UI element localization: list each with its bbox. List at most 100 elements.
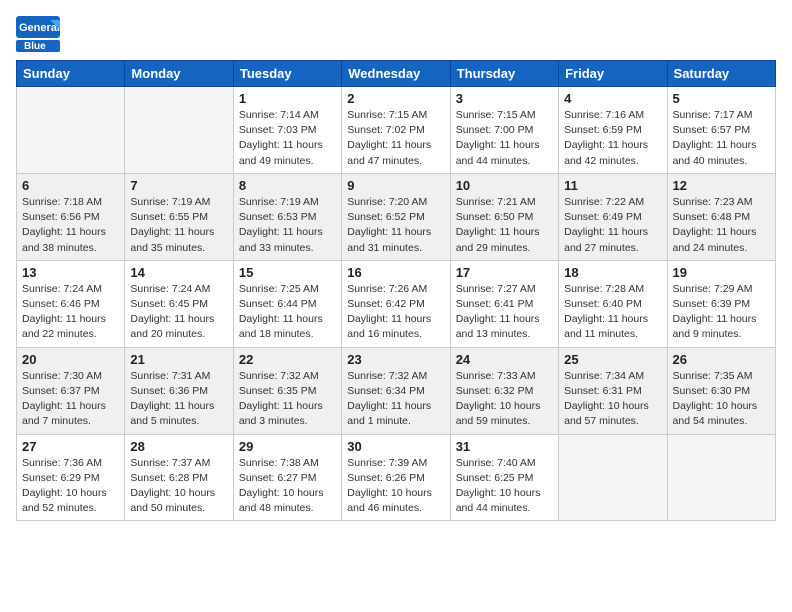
calendar-cell xyxy=(559,434,667,521)
calendar-table: SundayMondayTuesdayWednesdayThursdayFrid… xyxy=(16,60,776,521)
page-header: General Blue xyxy=(16,16,776,52)
day-info: Sunrise: 7:28 AMSunset: 6:40 PMDaylight:… xyxy=(564,282,661,343)
col-header-friday: Friday xyxy=(559,61,667,87)
day-info: Sunrise: 7:40 AMSunset: 6:25 PMDaylight:… xyxy=(456,456,553,517)
day-number: 30 xyxy=(347,439,444,454)
day-info: Sunrise: 7:21 AMSunset: 6:50 PMDaylight:… xyxy=(456,195,553,256)
day-info: Sunrise: 7:15 AMSunset: 7:00 PMDaylight:… xyxy=(456,108,553,169)
calendar-cell: 11 Sunrise: 7:22 AMSunset: 6:49 PMDayligh… xyxy=(559,173,667,260)
calendar-cell: 28 Sunrise: 7:37 AMSunset: 6:28 PMDayligh… xyxy=(125,434,233,521)
calendar-cell: 21 Sunrise: 7:31 AMSunset: 6:36 PMDayligh… xyxy=(125,347,233,434)
day-number: 8 xyxy=(239,178,336,193)
day-number: 12 xyxy=(673,178,770,193)
day-info: Sunrise: 7:30 AMSunset: 6:37 PMDaylight:… xyxy=(22,369,119,430)
day-info: Sunrise: 7:20 AMSunset: 6:52 PMDaylight:… xyxy=(347,195,444,256)
day-info: Sunrise: 7:16 AMSunset: 6:59 PMDaylight:… xyxy=(564,108,661,169)
day-number: 21 xyxy=(130,352,227,367)
calendar-cell: 14Sunrise: 7:24 AMSunset: 6:45 PMDayligh… xyxy=(125,260,233,347)
calendar-cell: 8 Sunrise: 7:19 AMSunset: 6:53 PMDaylight… xyxy=(233,173,341,260)
day-number: 15 xyxy=(239,265,336,280)
calendar-cell xyxy=(667,434,775,521)
day-number: 27 xyxy=(22,439,119,454)
col-header-monday: Monday xyxy=(125,61,233,87)
day-number: 17 xyxy=(456,265,553,280)
logo-icon: General Blue xyxy=(16,16,60,52)
day-number: 28 xyxy=(130,439,227,454)
calendar-cell: 18 Sunrise: 7:28 AMSunset: 6:40 PMDayligh… xyxy=(559,260,667,347)
calendar-cell: 10 Sunrise: 7:21 AMSunset: 6:50 PMDayligh… xyxy=(450,173,558,260)
day-number: 2 xyxy=(347,91,444,106)
day-number: 13 xyxy=(22,265,119,280)
calendar-cell: 31Sunrise: 7:40 AMSunset: 6:25 PMDayligh… xyxy=(450,434,558,521)
day-info: Sunrise: 7:18 AMSunset: 6:56 PMDaylight:… xyxy=(22,195,119,256)
calendar-cell: 29Sunrise: 7:38 AMSunset: 6:27 PMDayligh… xyxy=(233,434,341,521)
day-info: Sunrise: 7:39 AMSunset: 6:26 PMDaylight:… xyxy=(347,456,444,517)
calendar-cell: 5 Sunrise: 7:17 AMSunset: 6:57 PMDaylight… xyxy=(667,87,775,174)
calendar-cell xyxy=(17,87,125,174)
day-info: Sunrise: 7:17 AMSunset: 6:57 PMDaylight:… xyxy=(673,108,770,169)
day-info: Sunrise: 7:34 AMSunset: 6:31 PMDaylight:… xyxy=(564,369,661,430)
calendar-cell: 3Sunrise: 7:15 AMSunset: 7:00 PMDaylight… xyxy=(450,87,558,174)
day-info: Sunrise: 7:31 AMSunset: 6:36 PMDaylight:… xyxy=(130,369,227,430)
day-number: 19 xyxy=(673,265,770,280)
calendar-week-row: 6 Sunrise: 7:18 AMSunset: 6:56 PMDaylight… xyxy=(17,173,776,260)
day-number: 4 xyxy=(564,91,661,106)
day-info: Sunrise: 7:32 AMSunset: 6:35 PMDaylight:… xyxy=(239,369,336,430)
calendar-week-row: 1 Sunrise: 7:14 AMSunset: 7:03 PMDaylight… xyxy=(17,87,776,174)
calendar-week-row: 27 Sunrise: 7:36 AMSunset: 6:29 PMDayligh… xyxy=(17,434,776,521)
calendar-cell: 23Sunrise: 7:32 AMSunset: 6:34 PMDayligh… xyxy=(342,347,450,434)
day-info: Sunrise: 7:27 AMSunset: 6:41 PMDaylight:… xyxy=(456,282,553,343)
day-info: Sunrise: 7:37 AMSunset: 6:28 PMDaylight:… xyxy=(130,456,227,517)
day-number: 18 xyxy=(564,265,661,280)
calendar-cell: 4 Sunrise: 7:16 AMSunset: 6:59 PMDaylight… xyxy=(559,87,667,174)
svg-text:Blue: Blue xyxy=(24,41,46,52)
calendar-cell: 24 Sunrise: 7:33 AMSunset: 6:32 PMDayligh… xyxy=(450,347,558,434)
day-number: 20 xyxy=(22,352,119,367)
day-number: 10 xyxy=(456,178,553,193)
day-info: Sunrise: 7:29 AMSunset: 6:39 PMDaylight:… xyxy=(673,282,770,343)
calendar-cell: 6 Sunrise: 7:18 AMSunset: 6:56 PMDaylight… xyxy=(17,173,125,260)
calendar-cell: 12 Sunrise: 7:23 AMSunset: 6:48 PMDayligh… xyxy=(667,173,775,260)
day-number: 11 xyxy=(564,178,661,193)
day-number: 24 xyxy=(456,352,553,367)
day-number: 23 xyxy=(347,352,444,367)
day-info: Sunrise: 7:14 AMSunset: 7:03 PMDaylight:… xyxy=(239,108,336,169)
calendar-cell: 26Sunrise: 7:35 AMSunset: 6:30 PMDayligh… xyxy=(667,347,775,434)
day-info: Sunrise: 7:19 AMSunset: 6:53 PMDaylight:… xyxy=(239,195,336,256)
day-number: 1 xyxy=(239,91,336,106)
day-info: Sunrise: 7:26 AMSunset: 6:42 PMDaylight:… xyxy=(347,282,444,343)
day-info: Sunrise: 7:24 AMSunset: 6:46 PMDaylight:… xyxy=(22,282,119,343)
calendar-cell: 13 Sunrise: 7:24 AMSunset: 6:46 PMDayligh… xyxy=(17,260,125,347)
day-info: Sunrise: 7:24 AMSunset: 6:45 PMDaylight:… xyxy=(130,282,227,343)
calendar-header-row: SundayMondayTuesdayWednesdayThursdayFrid… xyxy=(17,61,776,87)
day-info: Sunrise: 7:25 AMSunset: 6:44 PMDaylight:… xyxy=(239,282,336,343)
day-number: 5 xyxy=(673,91,770,106)
calendar-cell: 19 Sunrise: 7:29 AMSunset: 6:39 PMDayligh… xyxy=(667,260,775,347)
calendar-cell: 16 Sunrise: 7:26 AMSunset: 6:42 PMDayligh… xyxy=(342,260,450,347)
day-info: Sunrise: 7:36 AMSunset: 6:29 PMDaylight:… xyxy=(22,456,119,517)
calendar-cell xyxy=(125,87,233,174)
day-info: Sunrise: 7:15 AMSunset: 7:02 PMDaylight:… xyxy=(347,108,444,169)
day-number: 6 xyxy=(22,178,119,193)
day-info: Sunrise: 7:38 AMSunset: 6:27 PMDaylight:… xyxy=(239,456,336,517)
col-header-thursday: Thursday xyxy=(450,61,558,87)
calendar-cell: 15 Sunrise: 7:25 AMSunset: 6:44 PMDayligh… xyxy=(233,260,341,347)
col-header-saturday: Saturday xyxy=(667,61,775,87)
calendar-cell: 27 Sunrise: 7:36 AMSunset: 6:29 PMDayligh… xyxy=(17,434,125,521)
day-info: Sunrise: 7:19 AMSunset: 6:55 PMDaylight:… xyxy=(130,195,227,256)
calendar-cell: 1 Sunrise: 7:14 AMSunset: 7:03 PMDaylight… xyxy=(233,87,341,174)
day-number: 9 xyxy=(347,178,444,193)
calendar-cell: 30 Sunrise: 7:39 AMSunset: 6:26 PMDayligh… xyxy=(342,434,450,521)
day-info: Sunrise: 7:33 AMSunset: 6:32 PMDaylight:… xyxy=(456,369,553,430)
day-info: Sunrise: 7:23 AMSunset: 6:48 PMDaylight:… xyxy=(673,195,770,256)
calendar-cell: 22Sunrise: 7:32 AMSunset: 6:35 PMDayligh… xyxy=(233,347,341,434)
col-header-sunday: Sunday xyxy=(17,61,125,87)
day-info: Sunrise: 7:22 AMSunset: 6:49 PMDaylight:… xyxy=(564,195,661,256)
calendar-cell: 2 Sunrise: 7:15 AMSunset: 7:02 PMDaylight… xyxy=(342,87,450,174)
day-number: 25 xyxy=(564,352,661,367)
day-number: 16 xyxy=(347,265,444,280)
calendar-week-row: 13 Sunrise: 7:24 AMSunset: 6:46 PMDayligh… xyxy=(17,260,776,347)
calendar-cell: 25 Sunrise: 7:34 AMSunset: 6:31 PMDayligh… xyxy=(559,347,667,434)
logo: General Blue xyxy=(16,16,60,52)
calendar-cell: 17 Sunrise: 7:27 AMSunset: 6:41 PMDayligh… xyxy=(450,260,558,347)
